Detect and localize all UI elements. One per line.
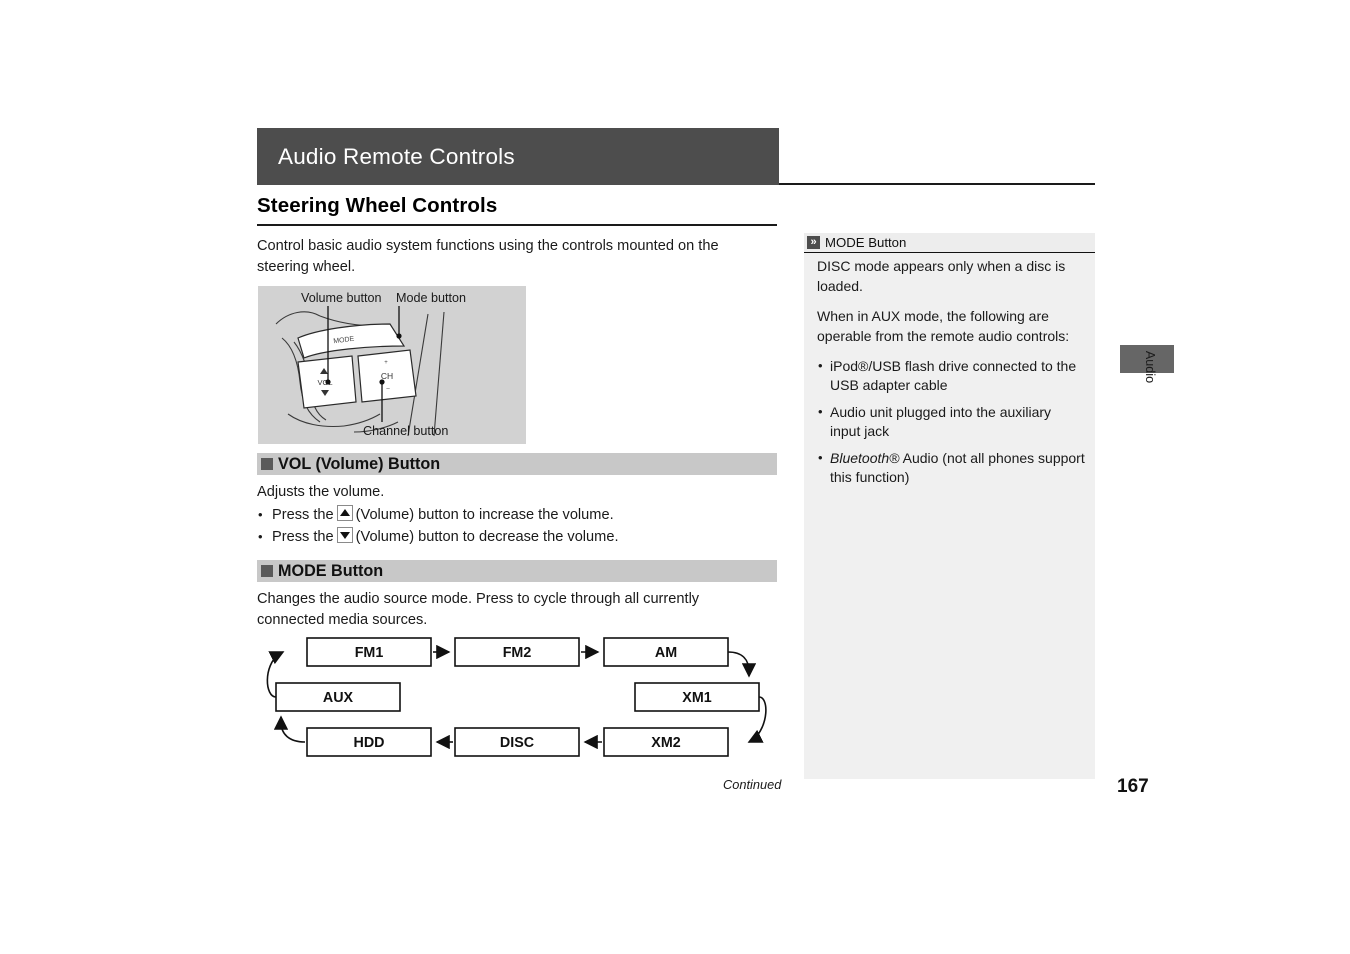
list-item: Press the (Volume) button to increase the… xyxy=(257,504,777,526)
channel-callout-dot xyxy=(379,379,385,385)
triangle-up-icon xyxy=(336,505,353,521)
page-title: Steering Wheel Controls xyxy=(257,194,498,217)
node-label-aux: AUX xyxy=(322,690,354,706)
side-note-panel: » MODE Button DISC mode appears only whe… xyxy=(804,233,1095,779)
note-bullet-list: iPod®/USB flash drive connected to the U… xyxy=(817,357,1085,486)
node-label-xm2: XM2 xyxy=(651,735,681,751)
bullet-text-post: (Volume) button to increase the volume. xyxy=(355,507,614,523)
node-label-fm1: FM1 xyxy=(354,645,384,661)
steering-wheel-illustration: MODE VOL + CH – Volume button Mode butto… xyxy=(258,286,526,444)
node-label-am: AM xyxy=(654,645,678,661)
note-bullet-text: iPod®/USB flash drive connected to the U… xyxy=(830,358,1077,393)
audio-source-cycle-diagram: FM1 FM2 AM XM1 XM2 DISC HDD AUX xyxy=(257,630,777,770)
illustration-label-mode: Mode button xyxy=(396,291,467,305)
square-bullet-icon xyxy=(261,458,273,470)
mode-callout-dot xyxy=(396,333,402,339)
chapter-header-bar: Audio Remote Controls xyxy=(257,128,779,185)
subsection-header-mode: MODE Button xyxy=(257,560,777,582)
note-paragraph: When in AUX mode, the following are oper… xyxy=(817,308,1070,344)
note-bullet-emphasis: Bluetooth® xyxy=(830,450,900,466)
page-number: 167 xyxy=(1117,776,1149,797)
vol-callout-dot xyxy=(325,379,331,385)
triangle-down-icon xyxy=(336,527,353,543)
section-title-rule xyxy=(257,224,777,226)
list-item: iPod®/USB flash drive connected to the U… xyxy=(817,357,1085,394)
node-label-fm2: FM2 xyxy=(502,645,532,661)
side-note-title: MODE Button xyxy=(825,235,907,250)
illustration-label-channel: Channel button xyxy=(363,424,449,438)
list-item: Audio unit plugged into the auxiliary in… xyxy=(817,403,1085,440)
chapter-title: Audio Remote Controls xyxy=(278,144,515,169)
list-item: Bluetooth® Audio (not all phones support… xyxy=(817,449,1085,486)
node-label-disc: DISC xyxy=(499,735,535,751)
side-note-header: » MODE Button xyxy=(804,233,1095,253)
bullet-text-post: (Volume) button to decrease the volume. xyxy=(355,529,619,545)
manual-page: Audio Remote Controls Steering Wheel Con… xyxy=(0,0,1350,954)
channel-button-glyph: + CH – xyxy=(357,349,417,403)
bullet-text-pre: Press the xyxy=(272,529,334,545)
note-bullet-text: Audio unit plugged into the auxiliary in… xyxy=(830,404,1052,439)
continued-label: Continued xyxy=(723,777,782,792)
bullet-text-pre: Press the xyxy=(272,507,334,523)
vol-bullet-list: Press the (Volume) button to increase the… xyxy=(257,504,777,548)
steering-wheel-drawing: MODE VOL + CH – xyxy=(275,306,445,437)
list-item: Press the (Volume) button to decrease the… xyxy=(257,526,777,548)
intro-paragraph: Control basic audio system functions usi… xyxy=(257,238,719,275)
subsection-header-vol: VOL (Volume) Button xyxy=(257,453,777,475)
side-note-body: DISC mode appears only when a disc is lo… xyxy=(817,257,1085,495)
svg-text:+: + xyxy=(384,360,388,366)
note-paragraph: DISC mode appears only when a disc is lo… xyxy=(817,258,1066,294)
vol-intro-text: Adjusts the volume. xyxy=(257,484,385,500)
subsection-title-mode: MODE Button xyxy=(278,562,384,580)
chapter-edge-tab-label: Audio xyxy=(1143,350,1157,384)
mode-intro-text: Changes the audio source mode. Press to … xyxy=(257,591,700,628)
illustration-label-volume: Volume button xyxy=(301,291,382,305)
chapter-header-rule xyxy=(779,183,1095,185)
square-bullet-icon xyxy=(261,565,273,577)
node-label-hdd: HDD xyxy=(353,735,385,751)
double-chevron-icon: » xyxy=(807,236,820,249)
node-label-xm1: XM1 xyxy=(682,690,712,706)
subsection-title-vol: VOL (Volume) Button xyxy=(278,455,441,473)
